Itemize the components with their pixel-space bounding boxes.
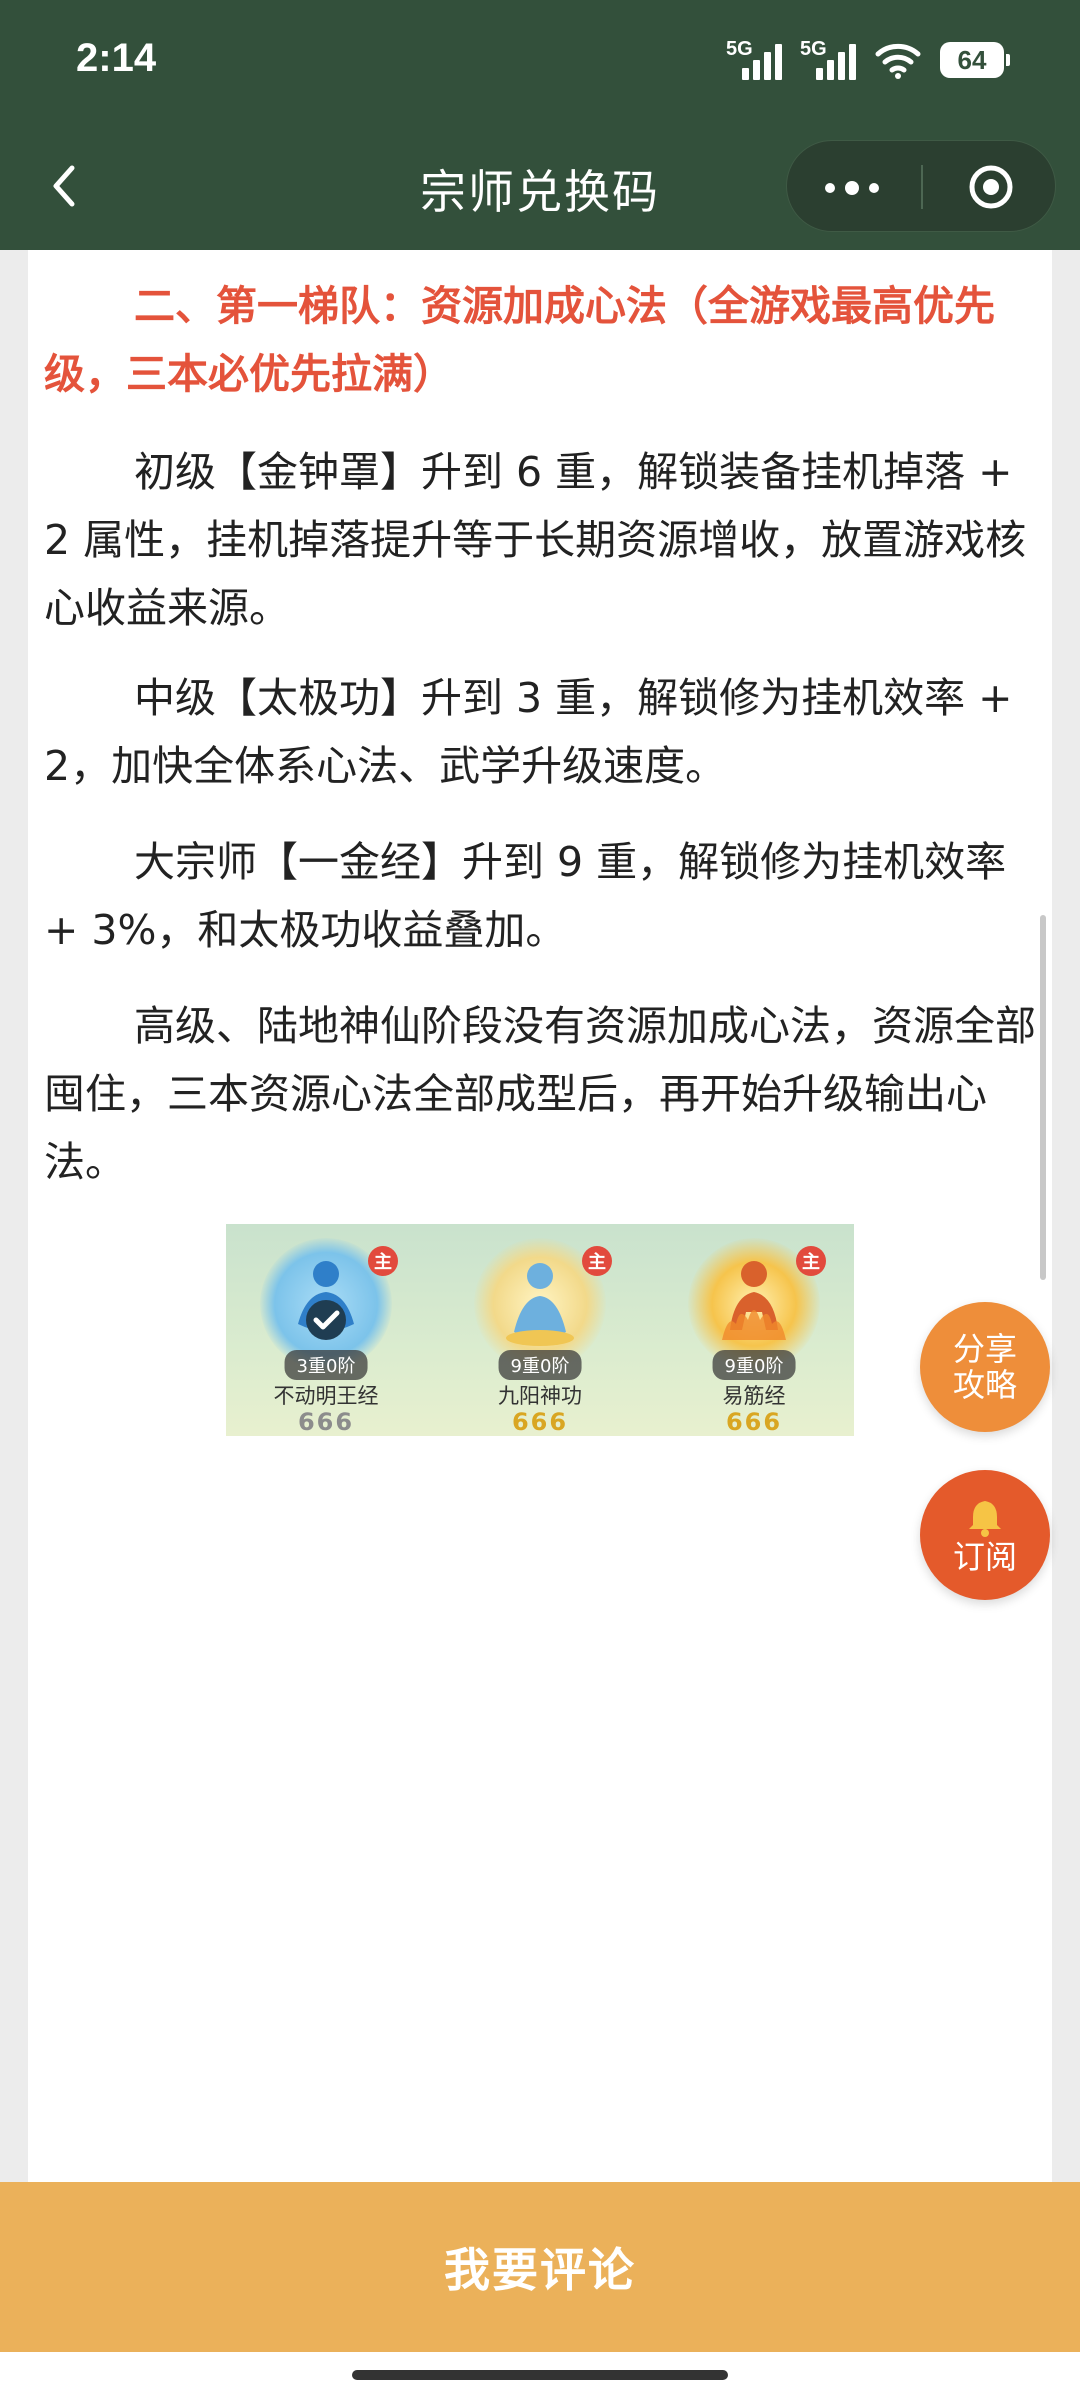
article-content: 二、第一梯队：资源加成心法（全游戏最高优先级，三本必优先拉满） 初级【金钟罩】升… bbox=[28, 250, 1052, 2182]
monk-figure-fire-icon bbox=[722, 1261, 786, 1340]
paragraph: 中级【太极功】升到 3 重，解锁修为挂机效率 + 2，加快全体系心法、武学升级速… bbox=[44, 674, 1013, 790]
subscribe-button[interactable]: 订阅 bbox=[920, 1470, 1050, 1600]
status-time: 2:14 bbox=[76, 36, 157, 80]
skill-tier: 9重0阶 bbox=[712, 1350, 796, 1380]
subscribe-label: 订阅 bbox=[952, 1538, 1017, 1576]
nav-bar: 宗师兑换码 bbox=[0, 120, 1080, 250]
capsule-divider bbox=[921, 165, 923, 209]
share-guide-button[interactable]: 分享 攻略 bbox=[920, 1302, 1050, 1432]
cellular-signal-icon: 5G bbox=[800, 38, 856, 80]
skill-name: 不动明王经 bbox=[273, 1384, 379, 1408]
skill-tier: 9重0阶 bbox=[498, 1350, 582, 1380]
skill-card: 主 9重0阶 九阳神功 666 bbox=[440, 1224, 640, 1436]
scrollbar[interactable] bbox=[1040, 915, 1046, 1280]
skill-card: 主 9重0阶 易筋经 666 bbox=[654, 1224, 854, 1436]
main-badge: 主 bbox=[796, 1246, 826, 1276]
skill-name: 易筋经 bbox=[722, 1384, 786, 1408]
comment-button[interactable]: 我要评论 bbox=[0, 2182, 1080, 2352]
skill-level-marks: 666 bbox=[297, 1408, 355, 1436]
wifi-icon bbox=[875, 43, 921, 79]
close-miniprogram-icon[interactable] bbox=[967, 163, 1015, 211]
bell-icon bbox=[969, 1501, 1001, 1537]
more-options-icon[interactable] bbox=[825, 181, 879, 195]
status-icons: 5G 5G 64 bbox=[726, 38, 1010, 82]
skill-tier: 3重0阶 bbox=[284, 1350, 368, 1380]
meditating-figure-lotus-icon bbox=[506, 1263, 574, 1346]
share-label-line2: 攻略 bbox=[952, 1366, 1017, 1404]
mini-program-capsule bbox=[786, 140, 1056, 232]
status-bar: 2:14 5G 5G 64 bbox=[0, 0, 1080, 120]
meditating-figure-blue-check-icon bbox=[298, 1261, 354, 1340]
skill-card: 主 3重0阶 不动明王经 666 bbox=[226, 1224, 426, 1436]
section-heading: 二、第一梯队：资源加成心法（全游戏最高优先级，三本必优先拉满） bbox=[44, 282, 995, 398]
skill-level-marks: 666 bbox=[725, 1408, 783, 1436]
cellular-signal-icon: 5G bbox=[726, 38, 782, 80]
main-badge: 主 bbox=[582, 1246, 612, 1276]
paragraph: 初级【金钟罩】升到 6 重，解锁装备挂机掉落 + 2 属性，挂机掉落提升等于长期… bbox=[44, 448, 1027, 632]
skills-image: 主 3重0阶 不动明王经 666 主 9重0阶 九阳神功 666 主 9重0阶 … bbox=[226, 1224, 854, 1436]
main-badge: 主 bbox=[368, 1246, 398, 1276]
skill-level-marks: 666 bbox=[511, 1408, 569, 1436]
paragraph: 高级、陆地神仙阶段没有资源加成心法，资源全部囤住，三本资源心法全部成型后，再开始… bbox=[44, 1002, 1036, 1186]
battery-icon: 64 bbox=[940, 42, 1010, 78]
share-label-line1: 分享 bbox=[952, 1330, 1017, 1368]
skill-name: 九阳神功 bbox=[498, 1384, 582, 1408]
home-indicator[interactable] bbox=[352, 2370, 728, 2380]
paragraph: 大宗师【一金经】升到 9 重，解锁修为挂机效率 + 3%，和太极功收益叠加。 bbox=[44, 838, 1007, 954]
